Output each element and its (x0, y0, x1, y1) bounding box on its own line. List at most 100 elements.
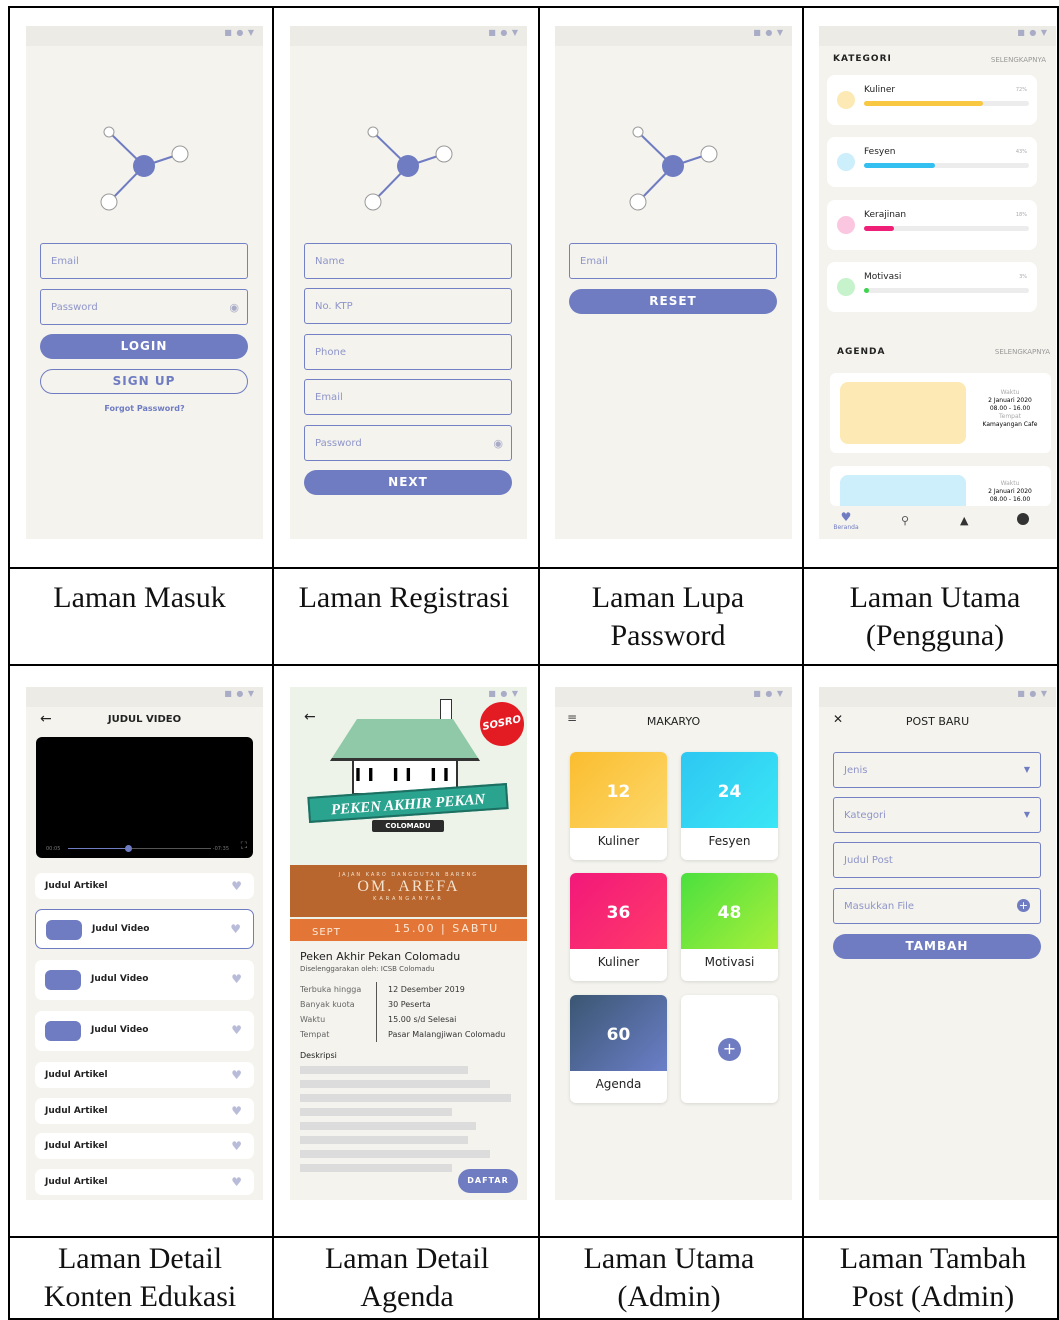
heart-icon[interactable]: ♥ (231, 1023, 242, 1037)
video-title: JUDUL VIDEO (107, 714, 182, 725)
agenda-date: 2 Januari 2020 (988, 397, 1032, 404)
agenda-thumbnail (840, 382, 966, 444)
heart-icon[interactable]: ♥ (230, 922, 241, 936)
description-label: Deskripsi (300, 1051, 337, 1060)
bottom-nav: ♥ Beranda ⚲ ▲ (819, 506, 1056, 539)
login-button[interactable]: LOGIN (40, 334, 248, 359)
reset-button[interactable]: RESET (569, 289, 777, 314)
eye-icon[interactable]: ◉ (493, 437, 503, 450)
content-row[interactable]: Judul Artikel ♥ (35, 873, 254, 899)
category-label: Motivasi (864, 272, 902, 282)
daftar-button[interactable]: DAFTAR (458, 1169, 518, 1193)
agenda-more-link[interactable]: SELENGKAPNYA (995, 348, 1050, 356)
email-field[interactable]: Email (304, 379, 512, 415)
judul-post-field[interactable]: Judul Post (833, 842, 1041, 878)
content-row[interactable]: Judul Video ♥ (35, 909, 254, 949)
add-post-screen: ■ ● ▼ ✕ POST BARU Jenis ▼ Kategori ▼ Judul… (819, 687, 1056, 1200)
forgot-password-screen: ■ ● ▼ Email RESET (555, 26, 792, 539)
signup-button[interactable]: SIGN UP (40, 369, 248, 394)
category-tile[interactable]: 24 Fesyen (681, 752, 778, 860)
status-icons: ■ ● ▼ (753, 689, 784, 698)
category-card[interactable]: Motivasi 3% (827, 262, 1037, 312)
kategori-select[interactable]: Kategori ▼ (833, 797, 1041, 833)
content-row[interactable]: Judul Video ♥ (35, 960, 254, 1000)
add-icon[interactable]: + (718, 1038, 741, 1061)
content-row[interactable]: Judul Artikel ♥ (35, 1133, 254, 1159)
ktp-field[interactable]: No. KTP (304, 288, 512, 324)
category-card[interactable]: Fesyen 43% (827, 137, 1037, 187)
waktu-label: Waktu (1000, 389, 1020, 396)
detail-key: Tempat (300, 1030, 330, 1039)
back-arrow-icon[interactable]: ← (304, 709, 316, 725)
logo-icon (629, 126, 718, 211)
video-thumbnail (46, 920, 82, 940)
video-scrubber[interactable] (125, 845, 133, 852)
tile-count: 36 (570, 873, 667, 949)
category-tile[interactable]: 36 Kuliner (570, 873, 667, 981)
content-label: Judul Video (92, 924, 150, 934)
content-row[interactable]: Judul Artikel ♥ (35, 1062, 254, 1088)
video-progress-track[interactable] (68, 845, 211, 852)
video-current-time: 00:05 (46, 846, 61, 852)
category-progress-fill (864, 288, 869, 293)
content-row[interactable]: Judul Artikel ♥ (35, 1169, 254, 1195)
content-row[interactable]: Judul Artikel ♥ (35, 1098, 254, 1124)
category-dot (837, 216, 855, 234)
login-screen: ■ ● ▼ Email Password ◉ LOGIN SIGN UP Forg… (26, 26, 263, 539)
file-input[interactable]: Masukkan File + (833, 888, 1041, 924)
status-icons: ■ ● ▼ (224, 689, 255, 698)
tile-label: Kuliner (597, 834, 640, 848)
profile-icon[interactable] (1017, 513, 1029, 525)
phone-field[interactable]: Phone (304, 334, 512, 370)
status-bar: ■ ● ▼ (819, 26, 1056, 46)
edu-detail-screen: ■ ● ▼ ← JUDUL VIDEO 00:05 -07:35 ⛶ Judul… (26, 687, 263, 1200)
content-label: Judul Artikel (45, 1177, 108, 1187)
heart-icon[interactable]: ♥ (231, 879, 242, 893)
category-card[interactable]: Kerajinan 18% (827, 200, 1037, 250)
heart-icon[interactable]: ♥ (231, 1175, 242, 1189)
add-tile[interactable]: + (681, 995, 778, 1103)
email-field[interactable]: Email (40, 243, 248, 279)
heart-icon[interactable]: ♥ (231, 1104, 242, 1118)
category-tile[interactable]: 12 Kuliner (570, 752, 667, 860)
category-dot (837, 91, 855, 109)
agenda-place: Kamayangan Cafe (982, 421, 1038, 428)
forgot-password-link[interactable]: Forgot Password? (26, 404, 263, 413)
video-remaining-time: -07:35 (212, 846, 229, 852)
tile-count: 24 (681, 752, 778, 828)
add-file-icon[interactable]: + (1017, 899, 1030, 912)
video-player[interactable]: 00:05 -07:35 ⛶ (36, 737, 253, 858)
name-field[interactable]: Name (304, 243, 512, 279)
nav-home[interactable]: ♥ Beranda (831, 510, 861, 531)
agenda-card[interactable]: Waktu 2 Januari 2020 08.00 - 16.00 Tempa… (830, 373, 1051, 453)
category-tile[interactable]: 60 Agenda (570, 995, 667, 1103)
agenda-heading: AGENDA (837, 347, 886, 357)
search-icon[interactable]: ⚲ (901, 514, 909, 527)
agenda-time: 08.00 - 16.00 (989, 496, 1031, 503)
agenda-time: 08.00 - 16.00 (989, 405, 1031, 412)
tambah-button[interactable]: TAMBAH (833, 934, 1041, 959)
tile-count: 48 (681, 873, 778, 949)
password-field[interactable]: Password ◉ (304, 425, 512, 461)
agenda-detail-screen: ■ ● ▼ ← SOSRO II II II ■ PEKEN AKHIR PEK… (290, 687, 527, 1200)
next-button[interactable]: NEXT (304, 470, 512, 495)
password-field[interactable]: Password ◉ (40, 289, 248, 325)
fullscreen-icon[interactable]: ⛶ (241, 841, 247, 851)
content-row[interactable]: Judul Video ♥ (35, 1011, 254, 1051)
agenda-card[interactable]: Waktu 2 Januari 2020 08.00 - 16.00 (830, 466, 1051, 506)
category-tile[interactable]: 48 Motivasi (681, 873, 778, 981)
category-card[interactable]: Kuliner 72% (827, 75, 1037, 125)
detail-value: 30 Peserta (388, 1000, 431, 1009)
kategori-more-link[interactable]: SELENGKAPNYA (991, 56, 1046, 64)
category-percent: 43% (1015, 149, 1027, 155)
chevron-down-icon: ▼ (1023, 810, 1030, 819)
bell-icon[interactable]: ▲ (960, 514, 968, 527)
video-thumbnail (45, 1021, 81, 1041)
eye-icon[interactable]: ◉ (229, 301, 239, 314)
heart-icon[interactable]: ♥ (231, 1139, 242, 1153)
heart-icon[interactable]: ♥ (231, 972, 242, 986)
email-field[interactable]: Email (569, 243, 777, 279)
status-bar: ■ ● ▼ (819, 687, 1056, 707)
heart-icon[interactable]: ♥ (231, 1068, 242, 1082)
jenis-select[interactable]: Jenis ▼ (833, 752, 1041, 788)
